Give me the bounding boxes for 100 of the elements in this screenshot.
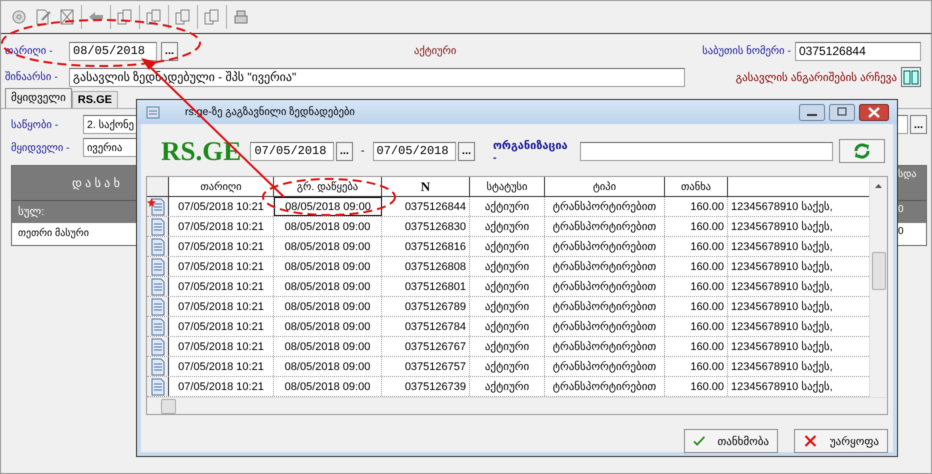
table-cell: აქტიური — [470, 257, 545, 276]
date-to-field[interactable]: 07/05/2018 — [372, 142, 456, 160]
table-cell: 0375126784 — [382, 317, 470, 336]
warehouse-picker-button[interactable]: ... — [910, 115, 927, 134]
table-cell: 0375126844 — [382, 197, 470, 216]
table-cell: 07/05/2018 10:21 — [169, 377, 274, 396]
document-icon — [150, 258, 166, 276]
table-cell: 160.00 — [665, 377, 728, 396]
table-cell: 08/05/2018 09:00 — [274, 257, 382, 276]
row-selector[interactable] — [147, 377, 169, 396]
table-cell: 07/05/2018 10:21 — [169, 237, 274, 256]
table-cell: აქტიური — [470, 237, 545, 256]
column-header[interactable]: სტატუსი — [470, 177, 545, 196]
table-cell: 0375126801 — [382, 277, 470, 296]
table-cell: 08/05/2018 09:00 — [274, 297, 382, 316]
table-cell: აქტიური — [470, 217, 545, 236]
row-selector[interactable] — [147, 277, 169, 296]
document-icon — [150, 338, 166, 356]
printer-icon[interactable] — [232, 8, 250, 26]
table-cell: 07/05/2018 10:21 — [169, 257, 274, 276]
copy-pages-icon[interactable] — [203, 8, 221, 26]
close-button[interactable] — [859, 104, 889, 120]
date-field[interactable]: 08/05/2018 — [69, 42, 157, 60]
table-cell: 07/05/2018 10:21 — [169, 217, 274, 236]
column-header[interactable]: თანხა — [665, 177, 728, 196]
table-cell: 0375126816 — [382, 237, 470, 256]
table-cell: 0375126789 — [382, 297, 470, 316]
table-cell: 08/05/2018 09:00 — [274, 377, 382, 396]
column-header[interactable]: ტიპი — [545, 177, 665, 196]
document-number-label: საბუთის ნომერი - — [702, 45, 791, 57]
table-cell: 07/05/2018 10:21 — [169, 277, 274, 296]
corner-cell[interactable] — [147, 177, 169, 196]
confirm-button[interactable]: თანხმობა — [684, 429, 778, 453]
row-selector[interactable] — [147, 217, 169, 236]
row-selector[interactable] — [147, 357, 169, 376]
table-cell: 0375126739 — [382, 377, 470, 396]
table-cell: 08/05/2018 09:00 — [274, 357, 382, 376]
refresh-button[interactable] — [839, 139, 885, 163]
date-from-field[interactable]: 07/05/2018 — [250, 142, 334, 160]
copy-pages-icon[interactable] — [174, 8, 192, 26]
star-icon — [147, 198, 156, 207]
document-icon — [150, 218, 166, 236]
row-selector[interactable] — [147, 317, 169, 336]
scrollbar-thumb[interactable] — [872, 252, 886, 290]
cancel-button[interactable]: უარყოფა — [794, 429, 888, 453]
document-icon — [145, 104, 161, 120]
table-cell: აქტიური — [470, 337, 545, 356]
copy-pages-icon[interactable] — [116, 8, 134, 26]
scrollbar-thumb[interactable] — [161, 399, 176, 414]
table-cell: 160.00 — [665, 337, 728, 356]
row-selector[interactable] — [147, 297, 169, 316]
maximize-button[interactable] — [829, 104, 855, 120]
accounts-link[interactable]: გასავლის ანგარიშების არჩევა — [736, 70, 897, 84]
page-pen-icon[interactable] — [34, 8, 52, 26]
table-cell: 160.00 — [665, 297, 728, 316]
document-icon — [150, 358, 166, 376]
date-picker-button[interactable]: ... — [161, 42, 178, 60]
tab[interactable]: მყიდველი — [5, 88, 72, 108]
organization-label: ორგანიზაცია - — [492, 138, 569, 164]
table-cell: აქტიური — [470, 317, 545, 336]
book-icon[interactable] — [901, 67, 921, 87]
page-cross-icon[interactable] — [58, 8, 76, 26]
table-cell: 0375126808 — [382, 257, 470, 276]
table-cell: 08/05/2018 09:00 — [274, 337, 382, 356]
table-cell: 160.00 — [665, 197, 728, 216]
table-cell: 160.00 — [665, 317, 728, 336]
table-cell: 160.00 — [665, 237, 728, 256]
gear-icon[interactable] — [10, 8, 28, 26]
table-cell: 07/05/2018 10:21 — [169, 357, 274, 376]
table-cell: ტრანსპორტირებით — [545, 277, 665, 296]
row-selector[interactable] — [147, 197, 169, 216]
table-cell: აქტიური — [470, 277, 545, 296]
minimize-button[interactable] — [799, 104, 825, 120]
table-cell: ტრანსპორტირებით — [545, 217, 665, 236]
document-icon — [150, 198, 166, 216]
table-cell: 160.00 — [665, 357, 728, 376]
table-cell: 0375126757 — [382, 357, 470, 376]
refresh-icon — [853, 142, 872, 160]
document-icon — [150, 238, 166, 256]
table-cell: ტრანსპორტირებით — [545, 317, 665, 336]
date-picker-button[interactable]: ... — [458, 142, 475, 160]
logo-text: RS.GE — [161, 136, 242, 166]
table-cell: 08/05/2018 09:00 — [274, 277, 382, 296]
row-selector[interactable] — [147, 237, 169, 256]
table-cell: 160.00 — [665, 217, 728, 236]
column-header[interactable]: გრ. დაწყება — [274, 177, 382, 196]
tab[interactable]: RS.GE — [72, 91, 118, 108]
column-header[interactable]: თარიღი — [169, 177, 274, 196]
row-selector[interactable] — [147, 257, 169, 276]
table-cell: ტრანსპორტირებით — [545, 197, 665, 216]
scroll-up-arrow-icon[interactable] — [875, 184, 882, 188]
table-cell: 0375126830 — [382, 217, 470, 236]
warehouse-label: საწყობი - — [11, 118, 60, 130]
copy-pages-icon[interactable] — [145, 8, 163, 26]
row-selector[interactable] — [147, 337, 169, 356]
date-picker-button[interactable]: ... — [336, 142, 353, 160]
document-number-field[interactable]: 0375126844 — [795, 42, 921, 60]
column-header: დ ა ს ა ხ — [72, 175, 120, 192]
organization-field[interactable] — [580, 142, 834, 160]
column-header[interactable]: N — [382, 177, 470, 196]
